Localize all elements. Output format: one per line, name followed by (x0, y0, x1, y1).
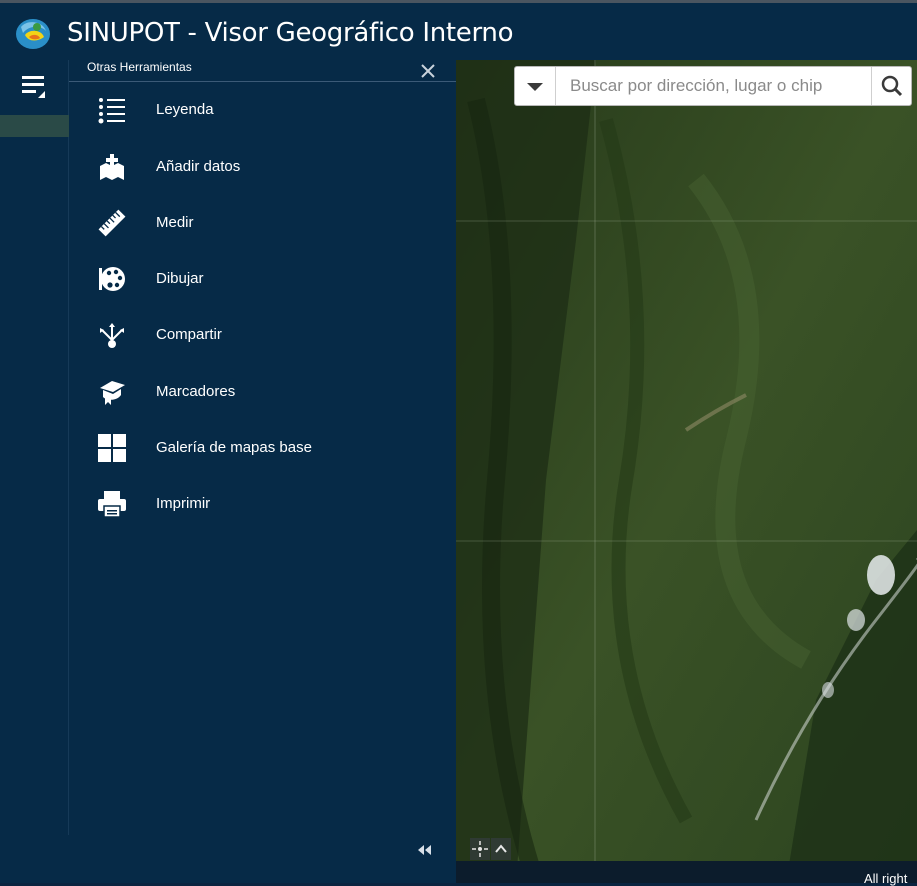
search-icon[interactable] (871, 67, 912, 105)
tool-draw[interactable]: Dibujar (69, 253, 456, 303)
tool-label: Medir (156, 214, 194, 231)
printer-icon (98, 491, 126, 518)
tool-label: Marcadores (156, 383, 236, 400)
panel-title: Otras Herramientas (87, 60, 192, 74)
tool-add-data[interactable]: Añadir datos (69, 141, 456, 191)
locate-icon[interactable] (470, 838, 490, 860)
tool-label: Compartir (156, 326, 222, 343)
menu-toggle-icon[interactable] (16, 70, 50, 104)
tool-measure[interactable]: Medir (69, 197, 456, 247)
tool-label: Galería de mapas base (156, 439, 312, 456)
tool-label: Añadir datos (156, 158, 241, 175)
app-header: SINUPOT - Visor Geográfico Interno (0, 0, 917, 60)
search-widget (514, 66, 912, 106)
rail-active-indicator[interactable] (0, 115, 69, 137)
tool-basemap-gallery[interactable]: Galería de mapas base (69, 422, 456, 472)
share-icon (100, 323, 124, 348)
left-rail (0, 60, 69, 835)
search-input[interactable] (556, 67, 870, 105)
close-icon[interactable] (419, 62, 437, 80)
tool-legend[interactable]: Leyenda (69, 84, 456, 134)
tool-label: Dibujar (156, 270, 204, 287)
map-attribution: All right (864, 871, 908, 886)
palette-icon (99, 267, 125, 291)
tools-panel: Otras Herramientas Leyenda Añadir datos … (69, 60, 456, 883)
panel-divider (69, 81, 456, 82)
tool-label: Imprimir (156, 495, 211, 512)
tool-bookmarks[interactable]: Marcadores (69, 366, 456, 416)
tool-label: Leyenda (156, 101, 214, 118)
bookmark-icon (100, 381, 125, 405)
map-view[interactable] (456, 60, 917, 883)
app-logo (16, 19, 50, 49)
app-title: SINUPOT - Visor Geográfico Interno (67, 18, 514, 48)
list-legend-icon (98, 98, 125, 124)
rail-footer (0, 835, 69, 883)
satellite-basemap (456, 60, 917, 883)
tool-share[interactable]: Compartir (69, 309, 456, 359)
ruler-icon (98, 209, 126, 237)
attribution-bar (456, 861, 917, 883)
basemap-gallery-icon (98, 434, 126, 462)
tool-print[interactable]: Imprimir (69, 478, 456, 528)
chevron-down-icon[interactable] (515, 67, 556, 105)
add-data-icon (100, 154, 124, 180)
collapse-panel-icon[interactable] (415, 842, 435, 858)
chevron-up-icon[interactable] (491, 838, 511, 860)
